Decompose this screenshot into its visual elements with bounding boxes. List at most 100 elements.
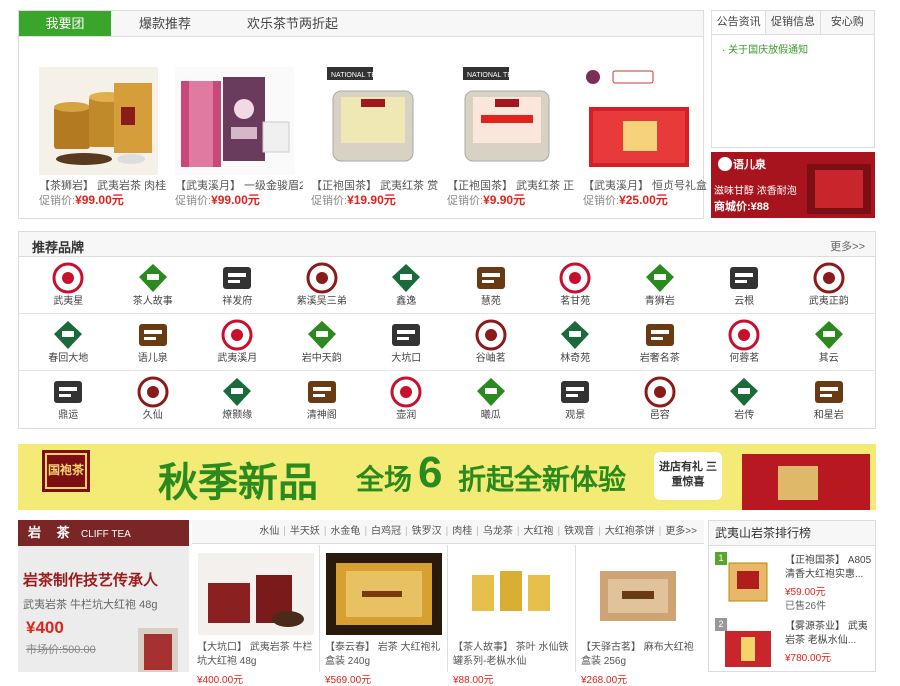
brand-item[interactable]: 春回大地 (26, 314, 111, 370)
product-card[interactable]: NATIONAL TEA 【正袍国茶】 武夷红茶 正 促销价:¥9.90元 (447, 67, 583, 209)
brand-item[interactable]: 久仙 (111, 371, 196, 428)
product-card[interactable]: 【茶狮岩】 武夷岩茶 肉桂 促销价:¥99.00元 (39, 67, 175, 209)
brand-name[interactable]: 大坑口 (364, 353, 449, 365)
brand-item[interactable]: 清神阁 (280, 371, 365, 428)
brand-name[interactable]: 林奇苑 (533, 353, 618, 365)
product-image[interactable] (582, 553, 698, 635)
product-card[interactable]: 【武夷溪月】 一级金骏眉2 促销价:¥99.00元 (175, 67, 311, 209)
ranking-item[interactable]: 1 【正袍国茶】 A805清香大红袍实惠... ¥59.00元 已售26件 (709, 552, 875, 612)
product-image[interactable] (719, 557, 776, 605)
brand-name[interactable]: 春回大地 (26, 353, 111, 365)
brand-logo-icon[interactable] (48, 260, 88, 296)
brand-logo-icon[interactable] (217, 317, 257, 353)
brand-name[interactable]: 何蓉茗 (702, 353, 787, 365)
brand-logo-icon[interactable] (471, 260, 511, 296)
brand-name[interactable]: 清神阁 (280, 410, 365, 422)
product-title[interactable]: 【泰云春】 岩茶 大红袍礼盒装 240g (325, 641, 442, 669)
brand-name[interactable]: 岩奢名茶 (618, 353, 703, 365)
brand-item[interactable]: 壶润 (364, 371, 449, 428)
product-card[interactable]: 【天驿古茗】 麻布大红袍盒装 256g ¥268.00元 (576, 545, 704, 686)
tab-hot-picks[interactable]: 爆款推荐 (111, 11, 219, 36)
ranking-item[interactable]: 2 【雾源茶业】 武夷岩茶 老枞水仙... ¥780.00元 (709, 618, 875, 671)
product-card[interactable]: 【武夷溪月】 恒贞号礼盒 促销价:¥25.00元 (583, 67, 719, 209)
brand-name[interactable]: 祥发府 (195, 296, 280, 308)
product-card[interactable]: NATIONAL TEA 【正袍国茶】 武夷红茶 赏 促销价:¥19.90元 (311, 67, 447, 209)
brand-logo-icon[interactable] (724, 260, 764, 296)
brand-name[interactable]: 紫溪吴三弟 (280, 296, 365, 308)
ranking-title-text[interactable]: 【雾源茶业】 武夷岩茶 老枞水仙... (785, 620, 873, 648)
brand-logo-icon[interactable] (386, 260, 426, 296)
tab-safe-shopping[interactable]: 安心购 (819, 11, 874, 34)
product-image[interactable] (175, 67, 294, 175)
brand-logo-icon[interactable] (640, 260, 680, 296)
brand-logo-icon[interactable] (555, 317, 595, 353)
brand-item[interactable]: 慧苑 (449, 257, 534, 313)
brand-name[interactable]: 鼎运 (26, 410, 111, 422)
brand-item[interactable]: 鑫逸 (364, 257, 449, 313)
brand-item[interactable]: 云根 (702, 257, 787, 313)
brand-item[interactable]: 茶人故事 (111, 257, 196, 313)
tab-announcements[interactable]: 公告资讯 (712, 11, 766, 34)
brand-item[interactable]: 鼎运 (26, 371, 111, 428)
brand-name[interactable]: 其云 (787, 353, 872, 365)
brand-name[interactable]: 鑫逸 (364, 296, 449, 308)
brand-logo-icon[interactable] (724, 317, 764, 353)
brand-logo-icon[interactable] (640, 374, 680, 410)
brand-logo-icon[interactable] (133, 374, 173, 410)
brand-logo-icon[interactable] (302, 374, 342, 410)
product-image[interactable]: NATIONAL TEA (311, 67, 430, 175)
brand-name[interactable]: 燎颢缘 (195, 410, 280, 422)
product-image[interactable] (39, 67, 158, 175)
brand-name[interactable]: 语儿泉 (111, 353, 196, 365)
brand-logo-icon[interactable] (217, 374, 257, 410)
keyword-link[interactable]: 水金龟 (330, 526, 360, 537)
brand-name[interactable]: 壶润 (364, 410, 449, 422)
product-title[interactable]: 【正袍国茶】 武夷红茶 赏 (311, 179, 439, 193)
brand-logo-icon[interactable] (809, 260, 849, 296)
brand-name[interactable]: 云根 (702, 296, 787, 308)
brand-name[interactable]: 岩传 (702, 410, 787, 422)
brand-item[interactable]: 观景 (533, 371, 618, 428)
product-card[interactable]: 【茶人故事】 茶叶 水仙铁罐系列-老枞水仙 ¥88.00元 (448, 545, 576, 686)
brand-item[interactable]: 燎颢缘 (195, 371, 280, 428)
product-title[interactable]: 【茶狮岩】 武夷岩茶 肉桂 (39, 179, 167, 193)
brand-item[interactable]: 林奇苑 (533, 314, 618, 370)
brand-item[interactable]: 青狮岩 (618, 257, 703, 313)
brand-name[interactable]: 武夷正韵 (787, 296, 872, 308)
keyword-link[interactable]: 大红袍茶饼 (605, 526, 655, 537)
brand-name[interactable]: 观景 (533, 410, 618, 422)
brand-item[interactable]: 其云 (787, 314, 872, 370)
product-title[interactable]: 【茶人故事】 茶叶 水仙铁罐系列-老枞水仙 (453, 641, 570, 669)
brand-logo-icon[interactable] (386, 374, 426, 410)
product-title[interactable]: 【武夷溪月】 恒贞号礼盒 (583, 179, 711, 193)
brand-item[interactable]: 武夷正韵 (787, 257, 872, 313)
promo-banner[interactable]: 国袍茶 秋季新品 全场 6 折起全新体验 进店有礼 三重惊喜 (18, 444, 876, 510)
brand-logo-icon[interactable] (555, 260, 595, 296)
notice-link[interactable]: · 关于国庆放假通知 (712, 35, 874, 62)
brand-logo-icon[interactable] (133, 317, 173, 353)
product-image[interactable] (325, 553, 442, 635)
product-card[interactable]: 【泰云春】 岩茶 大红袍礼盒装 240g ¥569.00元 (320, 545, 448, 686)
keyword-link[interactable]: 白鸡冠 (371, 526, 401, 537)
brand-item[interactable]: 岩中天韵 (280, 314, 365, 370)
keyword-link[interactable]: 更多>> (665, 526, 697, 537)
brand-item[interactable]: 何蓉茗 (702, 314, 787, 370)
product-title[interactable]: 【天驿古茗】 麻布大红袍盒装 256g (581, 641, 699, 669)
brand-item[interactable]: 紫溪吴三弟 (280, 257, 365, 313)
brand-logo-icon[interactable] (724, 374, 764, 410)
brand-logo-icon[interactable] (133, 260, 173, 296)
product-image[interactable] (583, 67, 702, 175)
cliff-tea-feature[interactable]: 岩 茶 CLIFF TEA 岩茶制作技艺传承人 武夷岩茶 牛栏坑大红袍 48g … (18, 520, 189, 672)
tab-promotions[interactable]: 促销信息 (765, 11, 820, 34)
keyword-link[interactable]: 大红袍 (523, 526, 553, 537)
brand-logo-icon[interactable] (217, 260, 257, 296)
brand-item[interactable]: 茗甘苑 (533, 257, 618, 313)
brand-item[interactable]: 武夷溪月 (195, 314, 280, 370)
brand-logo-icon[interactable] (471, 374, 511, 410)
product-title[interactable]: 【大坑口】 武夷岩茶 牛栏坑大红袍 48g (197, 641, 314, 669)
ranking-title-text[interactable]: 【正袍国茶】 A805清香大红袍实惠... (785, 554, 873, 582)
brand-item[interactable]: 和星岩 (787, 371, 872, 428)
brand-item[interactable]: 岩传 (702, 371, 787, 428)
product-image[interactable] (719, 623, 776, 671)
brand-name[interactable]: 青狮岩 (618, 296, 703, 308)
